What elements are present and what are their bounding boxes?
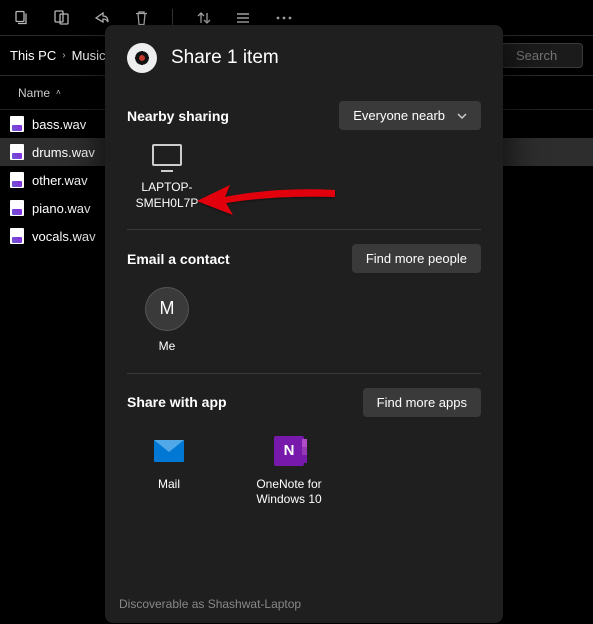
breadcrumb-folder[interactable]: Music [72,48,106,63]
app-label: Mail [158,477,180,493]
monitor-icon [152,144,182,166]
file-name: piano.wav [32,201,91,216]
app-tile-onenote[interactable]: N OneNote for Windows 10 [247,435,331,508]
file-name: vocals.wav [32,229,96,244]
column-name[interactable]: Name [18,86,50,100]
email-contact-section: Email a contact Find more people M Me [127,230,481,373]
more-icon[interactable] [275,9,293,27]
contact-label: Me [159,339,176,355]
share-panel-title: Share 1 item [171,47,279,69]
file-name: drums.wav [32,145,95,160]
copy-icon[interactable] [12,9,30,27]
avatar: M [145,287,189,331]
audio-file-icon [10,200,24,216]
share-panel: Share 1 item Nearby sharing Everyone nea… [105,25,503,623]
share-item-icon [127,43,157,73]
audio-file-icon [10,172,24,188]
breadcrumb-root[interactable]: This PC [10,48,56,63]
share-panel-header: Share 1 item [105,25,503,87]
sort-icon[interactable] [195,9,213,27]
search-box[interactable] [501,43,583,68]
share-footer: Discoverable as Shashwat-Laptop [105,587,503,623]
find-more-people-button[interactable]: Find more people [352,244,481,273]
sort-indicator-icon: ˄ [56,88,61,97]
paste-icon[interactable] [52,9,70,27]
audio-file-icon [10,228,24,244]
share-with-app-section: Share with app Find more apps Mail N One… [127,374,481,526]
apps-heading: Share with app [127,394,227,410]
view-icon[interactable] [235,9,253,27]
nearby-heading: Nearby sharing [127,108,229,124]
file-name: other.wav [32,173,88,188]
nearby-scope-dropdown[interactable]: Everyone nearb [339,101,481,130]
dropdown-label: Everyone nearb [353,108,445,123]
contact-item[interactable]: M Me [127,287,207,355]
find-more-apps-button[interactable]: Find more apps [363,388,481,417]
breadcrumb[interactable]: This PC › Music › [10,48,115,63]
chevron-down-icon [457,113,467,119]
audio-file-icon [10,116,24,132]
mail-icon [154,440,184,462]
delete-icon[interactable] [132,9,150,27]
audio-file-icon [10,144,24,160]
app-tile-mail[interactable]: Mail [127,435,211,508]
app-label: OneNote for Windows 10 [247,477,331,508]
onenote-icon: N [274,436,304,466]
nearby-sharing-section: Nearby sharing Everyone nearb LAPTOP-SME… [127,87,481,229]
file-name: bass.wav [32,117,86,132]
chevron-right-icon: › [62,50,65,61]
separator [172,9,173,27]
search-input[interactable] [516,48,576,63]
device-name: LAPTOP-SMEH0L7P [127,180,207,211]
share-icon[interactable] [92,9,110,27]
email-heading: Email a contact [127,251,230,267]
nearby-device[interactable]: LAPTOP-SMEH0L7P [127,144,207,211]
